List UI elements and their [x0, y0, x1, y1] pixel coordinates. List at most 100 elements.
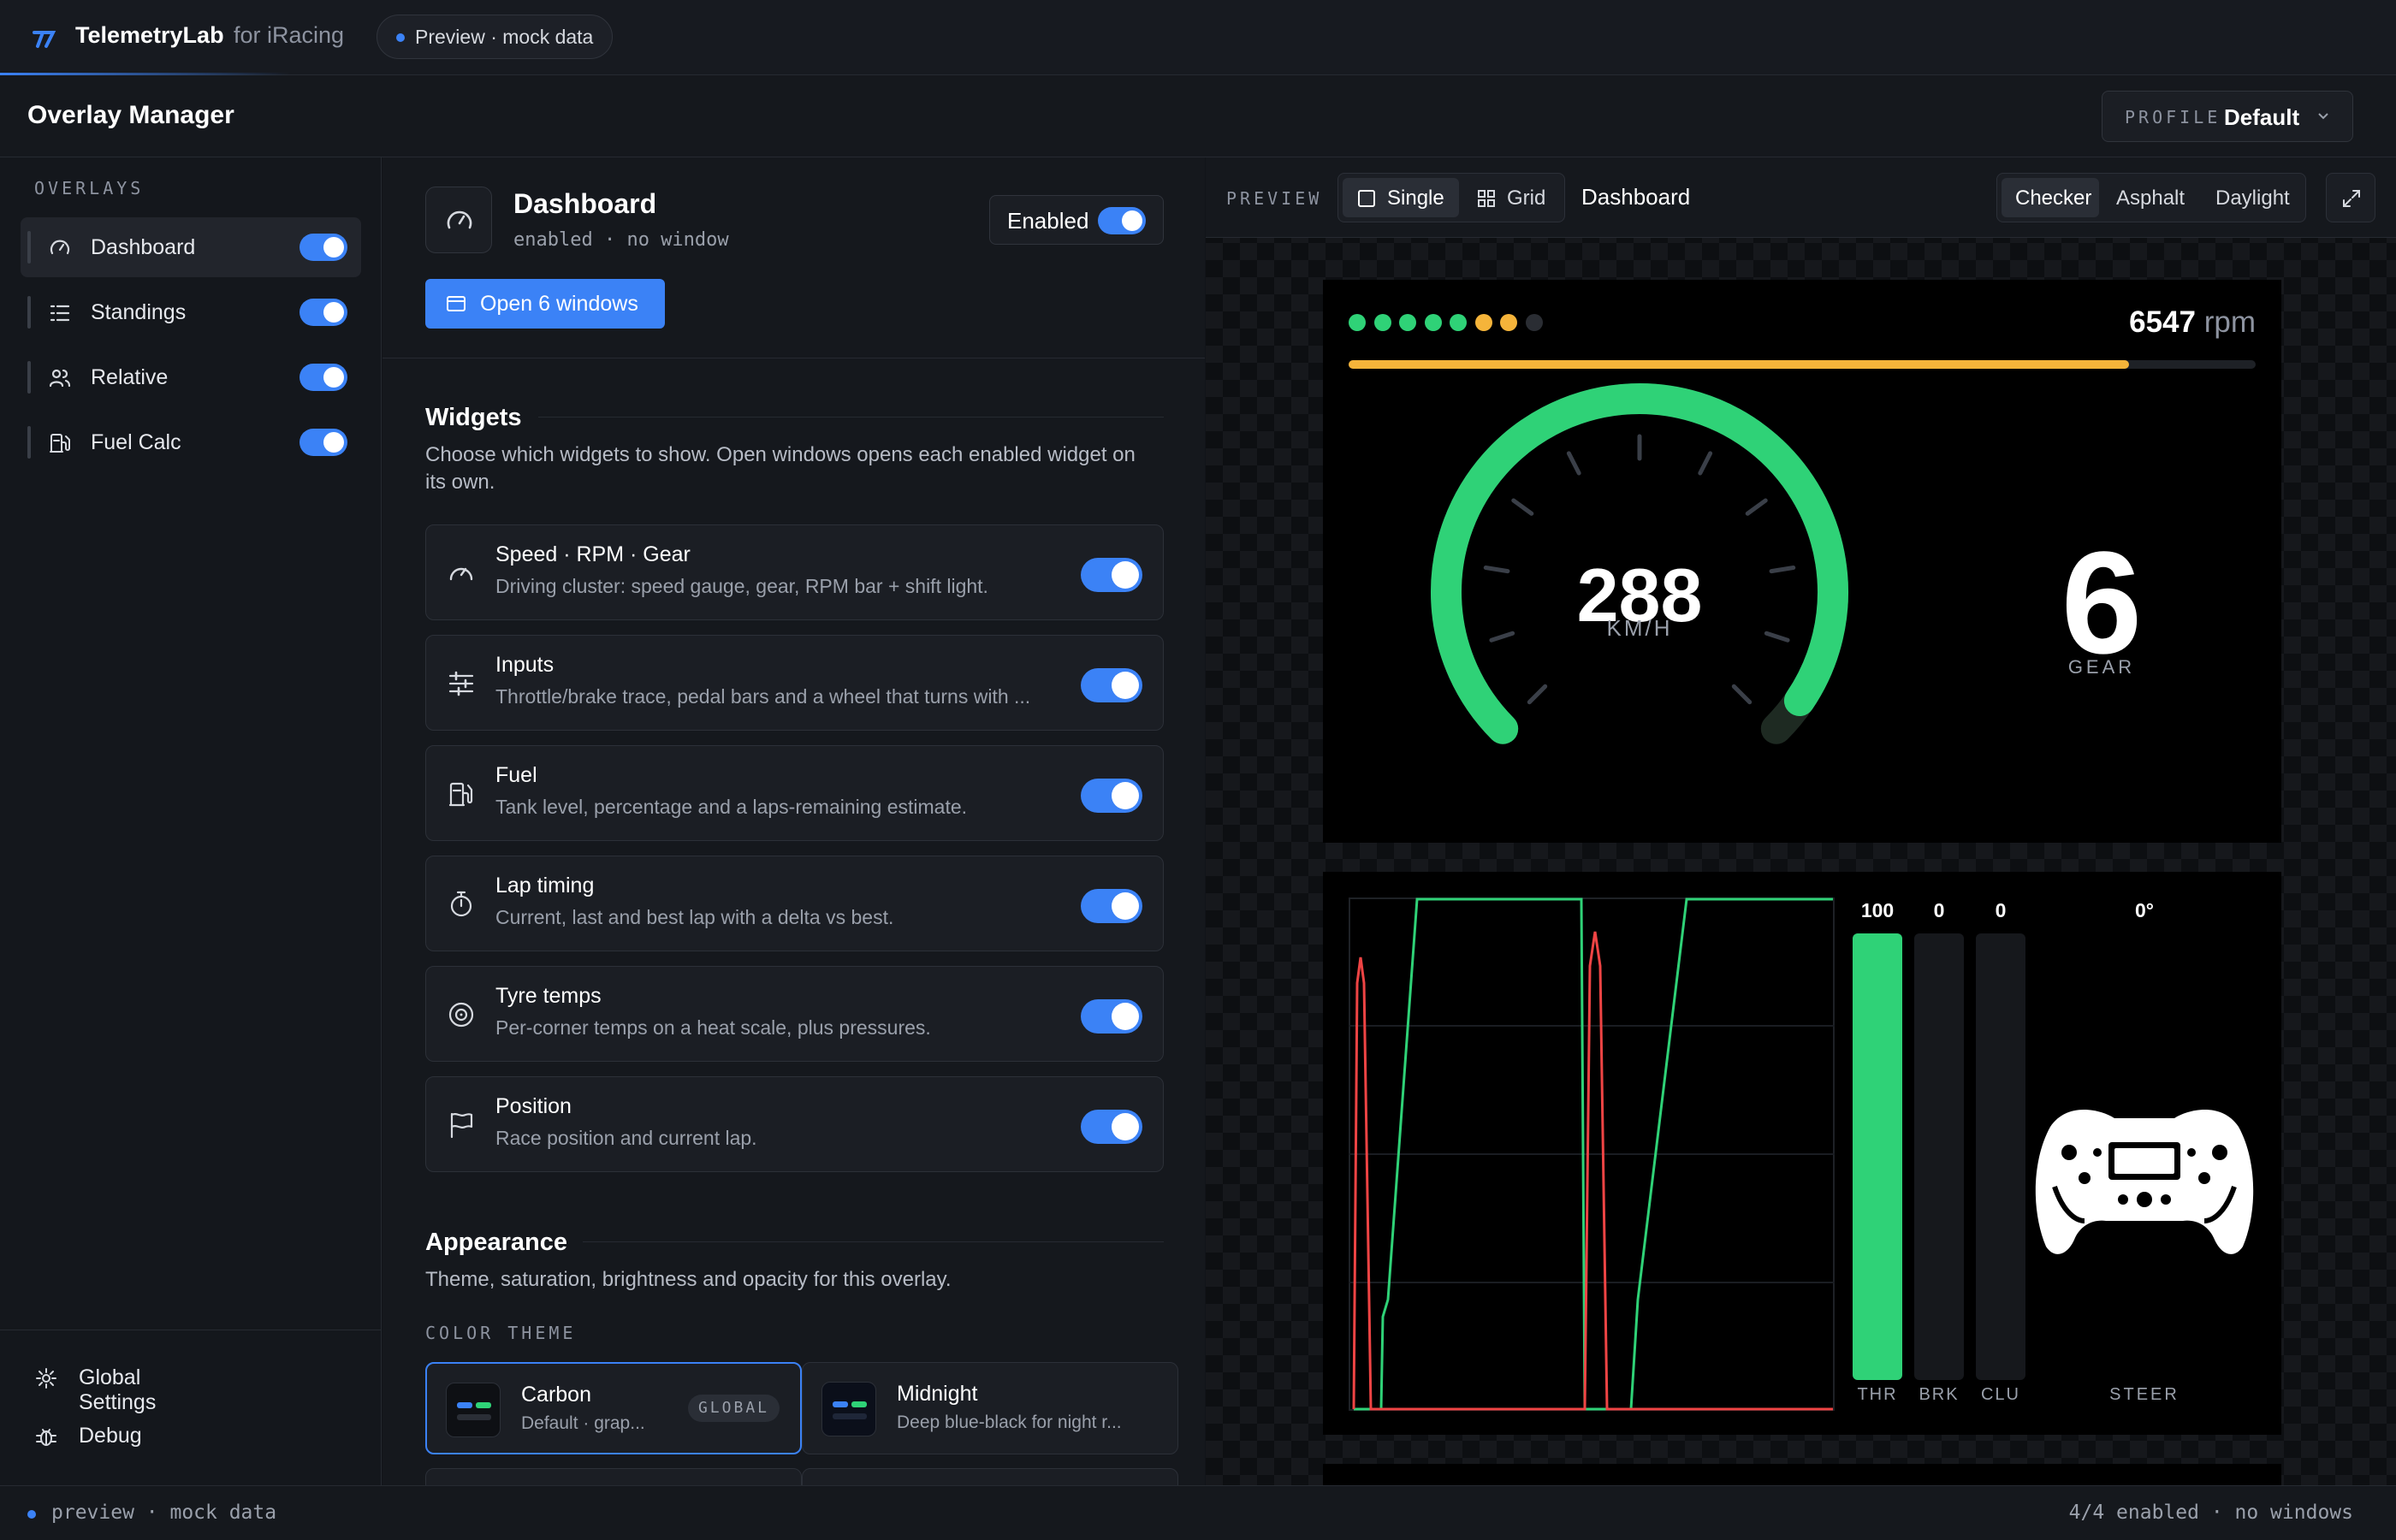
- view-grid-button[interactable]: Grid: [1462, 178, 1562, 217]
- profile-label: PROFILE: [2125, 107, 2221, 127]
- profile-value: Default: [2224, 104, 2300, 130]
- stopwatch-icon: [450, 891, 472, 917]
- overlay-enabled-switch[interactable]: Enabled: [989, 195, 1164, 245]
- relative-toggle[interactable]: [300, 364, 347, 391]
- theme-card-next[interactable]: [802, 1468, 1178, 1485]
- enabled-label: Enabled: [1007, 208, 1089, 234]
- bg-asphalt-button[interactable]: Asphalt: [2102, 178, 2198, 217]
- item-indicator: [27, 426, 31, 459]
- fuel-calc-toggle[interactable]: [300, 429, 347, 456]
- widget-title: Fuel: [495, 763, 537, 787]
- list-icon: [50, 305, 70, 322]
- widget-row-lap-timing[interactable]: Lap timing Current, last and best lap wit…: [425, 856, 1164, 951]
- widget-desc: Per-corner temps on a heat scale, plus p…: [495, 1016, 931, 1039]
- clutch-bar: [1976, 933, 2025, 1380]
- bg-daylight-button[interactable]: Daylight: [2202, 178, 2303, 217]
- widgets-heading: Widgets: [425, 404, 522, 431]
- appearance-description: Theme, saturation, brightness and opacit…: [425, 1268, 952, 1291]
- profile-select[interactable]: PROFILE Default: [2102, 91, 2353, 142]
- preview-label: PREVIEW: [1226, 188, 1323, 209]
- shift-light-green: [1349, 314, 1366, 331]
- overlay-settings-panel: Dashboard enabled · no window Enabled Op…: [383, 157, 1205, 1485]
- sidebar-item-label: Fuel Calc: [91, 430, 181, 454]
- view-mode-switch: Single Grid: [1337, 173, 1565, 222]
- status-right: 4/4 enabled · no windows: [2068, 1502, 2353, 1524]
- widget-title: Position: [495, 1094, 572, 1118]
- widget-desc: Race position and current lap.: [495, 1127, 757, 1149]
- widget-desc: Throttle/brake trace, pedal bars and a w…: [495, 685, 1031, 708]
- flag-icon: [450, 1112, 473, 1139]
- widget-title: Inputs: [495, 653, 555, 677]
- brake-value: 0: [1933, 899, 1945, 921]
- widget-desc: Driving cluster: speed gauge, gear, RPM …: [495, 575, 988, 597]
- widget-row-speed-rpm-gear[interactable]: Speed · RPM · Gear Driving cluster: speed…: [425, 524, 1164, 620]
- widget-toggle[interactable]: [1081, 668, 1142, 702]
- widget-toggle[interactable]: [1081, 779, 1142, 813]
- standings-toggle[interactable]: [300, 299, 347, 326]
- shift-light-green: [1399, 314, 1416, 331]
- theme-card-midnight[interactable]: Midnight Deep blue-black for night r...: [802, 1362, 1178, 1454]
- shift-light-green: [1373, 314, 1391, 331]
- gauge-icon: [449, 567, 473, 581]
- dashboard-toggle[interactable]: [300, 234, 347, 261]
- gear-label: GEAR: [2067, 656, 2136, 678]
- heading-rule: [583, 1241, 1164, 1242]
- brake-trace: [1352, 931, 1833, 1411]
- widget-row-inputs[interactable]: Inputs Throttle/brake trace, pedal bars a…: [425, 635, 1164, 731]
- rpm-unit: rpm: [2203, 305, 2256, 339]
- color-theme-label: COLOR THEME: [425, 1323, 577, 1343]
- grid-icon: [1478, 190, 1495, 207]
- sidebar-item-relative[interactable]: Relative: [21, 347, 361, 407]
- theme-name: Midnight: [897, 1382, 978, 1406]
- gauge-icon: [50, 240, 70, 255]
- widget-toggle[interactable]: [1081, 1110, 1142, 1144]
- gauge-tick: [1731, 684, 1753, 705]
- widget-title: Lap timing: [495, 874, 595, 897]
- open-windows-button[interactable]: Open 6 windows: [425, 279, 665, 329]
- fullscreen-button[interactable]: [2326, 173, 2375, 222]
- throttle-label: THR: [1857, 1385, 1898, 1404]
- widget-toggle[interactable]: [1081, 889, 1142, 923]
- status-dot-icon: [27, 1510, 36, 1519]
- rpm-bar-fill: [1349, 360, 2129, 369]
- overlay-title: Dashboard: [513, 188, 657, 219]
- widgets-description: Choose which widgets to show. Open windo…: [425, 443, 1136, 494]
- clutch-value: 0: [1995, 899, 2007, 921]
- rpm-bar: [1349, 360, 2256, 369]
- theme-swatch: [446, 1383, 501, 1437]
- mode-pill-label: Preview · mock data: [415, 26, 594, 48]
- widget-row-tyre-temps[interactable]: Tyre temps Per-corner temps on a heat sca…: [425, 966, 1164, 1062]
- bug-icon: [36, 1429, 56, 1446]
- item-indicator: [27, 296, 31, 329]
- driving-cluster-widget: 6547 rpm 288 KM/H 6 GEAR: [1323, 280, 2281, 843]
- sidebar-item-label: Relative: [91, 365, 169, 389]
- widget-toggle[interactable]: [1081, 999, 1142, 1034]
- overlay-icon-box: [425, 187, 492, 253]
- widget-row-fuel[interactable]: Fuel Tank level, percentage and a laps-re…: [425, 745, 1164, 841]
- theme-card-carbon[interactable]: Carbon Default · grap... GLOBAL: [425, 1362, 802, 1454]
- steering-wheel-icon: [2035, 1110, 2254, 1254]
- item-indicator: [27, 231, 31, 264]
- gauge-tick: [1745, 498, 1768, 516]
- sidebar-item-fuel-calc[interactable]: Fuel Calc: [21, 412, 361, 472]
- shift-light-green: [1450, 314, 1467, 331]
- sidebar-item-dashboard[interactable]: Dashboard: [21, 217, 361, 277]
- clutch-label: CLU: [1980, 1385, 2020, 1404]
- brake-label: BRK: [1919, 1385, 1960, 1404]
- shift-light-off: [1525, 314, 1543, 331]
- gauge-tick: [1698, 451, 1713, 476]
- theme-desc: Deep blue-black for night r...: [897, 1413, 1122, 1432]
- bg-checker-label: Checker: [2015, 187, 2092, 210]
- widget-row-position[interactable]: Position Race position and current lap.: [425, 1076, 1164, 1172]
- overlay-enabled-toggle[interactable]: [1098, 207, 1146, 234]
- widget-title: Speed · RPM · Gear: [495, 542, 691, 566]
- sidebar-item-label: Standings: [91, 300, 187, 324]
- bg-checker-button[interactable]: Checker: [2002, 178, 2099, 217]
- widget-toggle[interactable]: [1081, 558, 1142, 592]
- gauge-tick: [1527, 684, 1548, 705]
- view-single-label: Single: [1387, 187, 1444, 210]
- page-title: Overlay Manager: [27, 101, 234, 129]
- sidebar-item-standings[interactable]: Standings: [21, 282, 361, 342]
- view-single-button[interactable]: Single: [1343, 178, 1459, 217]
- theme-card-next[interactable]: [425, 1468, 802, 1485]
